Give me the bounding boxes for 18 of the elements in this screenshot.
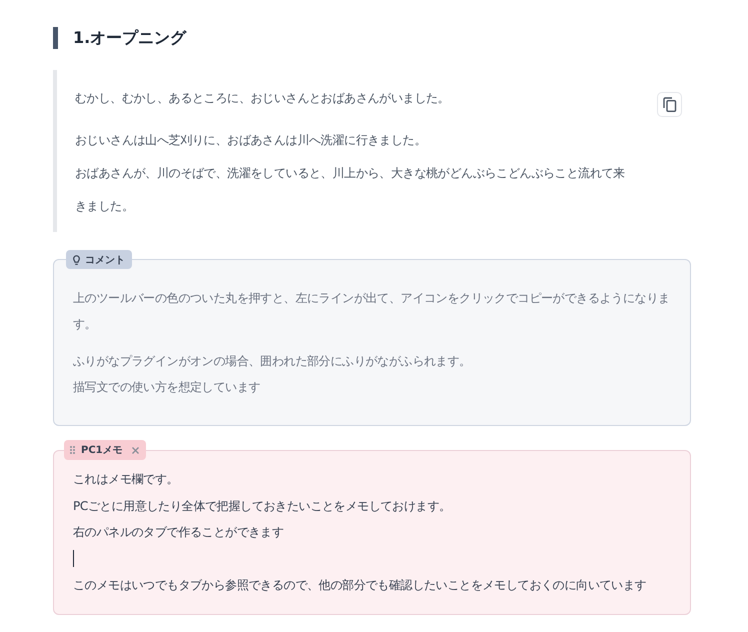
copy-icon — [662, 97, 676, 112]
comment-tag-label: コメント — [85, 254, 125, 266]
memo-line: 右のパネルのタブで作ることができます — [73, 524, 285, 541]
section-heading: 1.オープニング — [73, 27, 186, 49]
memo-line: PCごとに用意したり全体で把握しておきたいことをメモしておけます。 — [73, 498, 452, 514]
passage-paragraph: おじいさんは山へ芝刈りに、おばあさんは川へ洗濯に行きました。 おばあさんが、川のそばで、洗濯をしていると、川上から、大きな桃がどんぶらこどんぶらこと流れて来きました。 — [75, 132, 626, 215]
lightbulb-icon — [73, 254, 80, 264]
close-icon[interactable] — [132, 446, 139, 454]
comment-paragraph: ふりがなプラグインがオンの場合、囲われた部分にふりがながふられます。 描写文での使い方を想定しています — [73, 353, 472, 396]
text-cursor — [73, 550, 74, 568]
passage-paragraph: むかし、むかし、あるところに、おじいさんとおばあさんがいました。 — [75, 90, 450, 107]
memo-line: このメモはいつでもタブから参照できるので、他の部分でも確認したいことをメモしておくのに向いています — [73, 577, 648, 594]
comment-paragraph: 上のツールバーの色のついた丸を押すと、左にラインが出て、アイコンをクリックでコピーができるようになります。 — [73, 290, 671, 333]
memo-tab[interactable]: PC1メモ — [64, 440, 146, 460]
drag-handle-icon[interactable] — [70, 446, 75, 454]
copy-button[interactable] — [657, 92, 682, 117]
heading-bar — [53, 27, 58, 49]
memo-line: これはメモ欄です。 — [73, 471, 180, 488]
